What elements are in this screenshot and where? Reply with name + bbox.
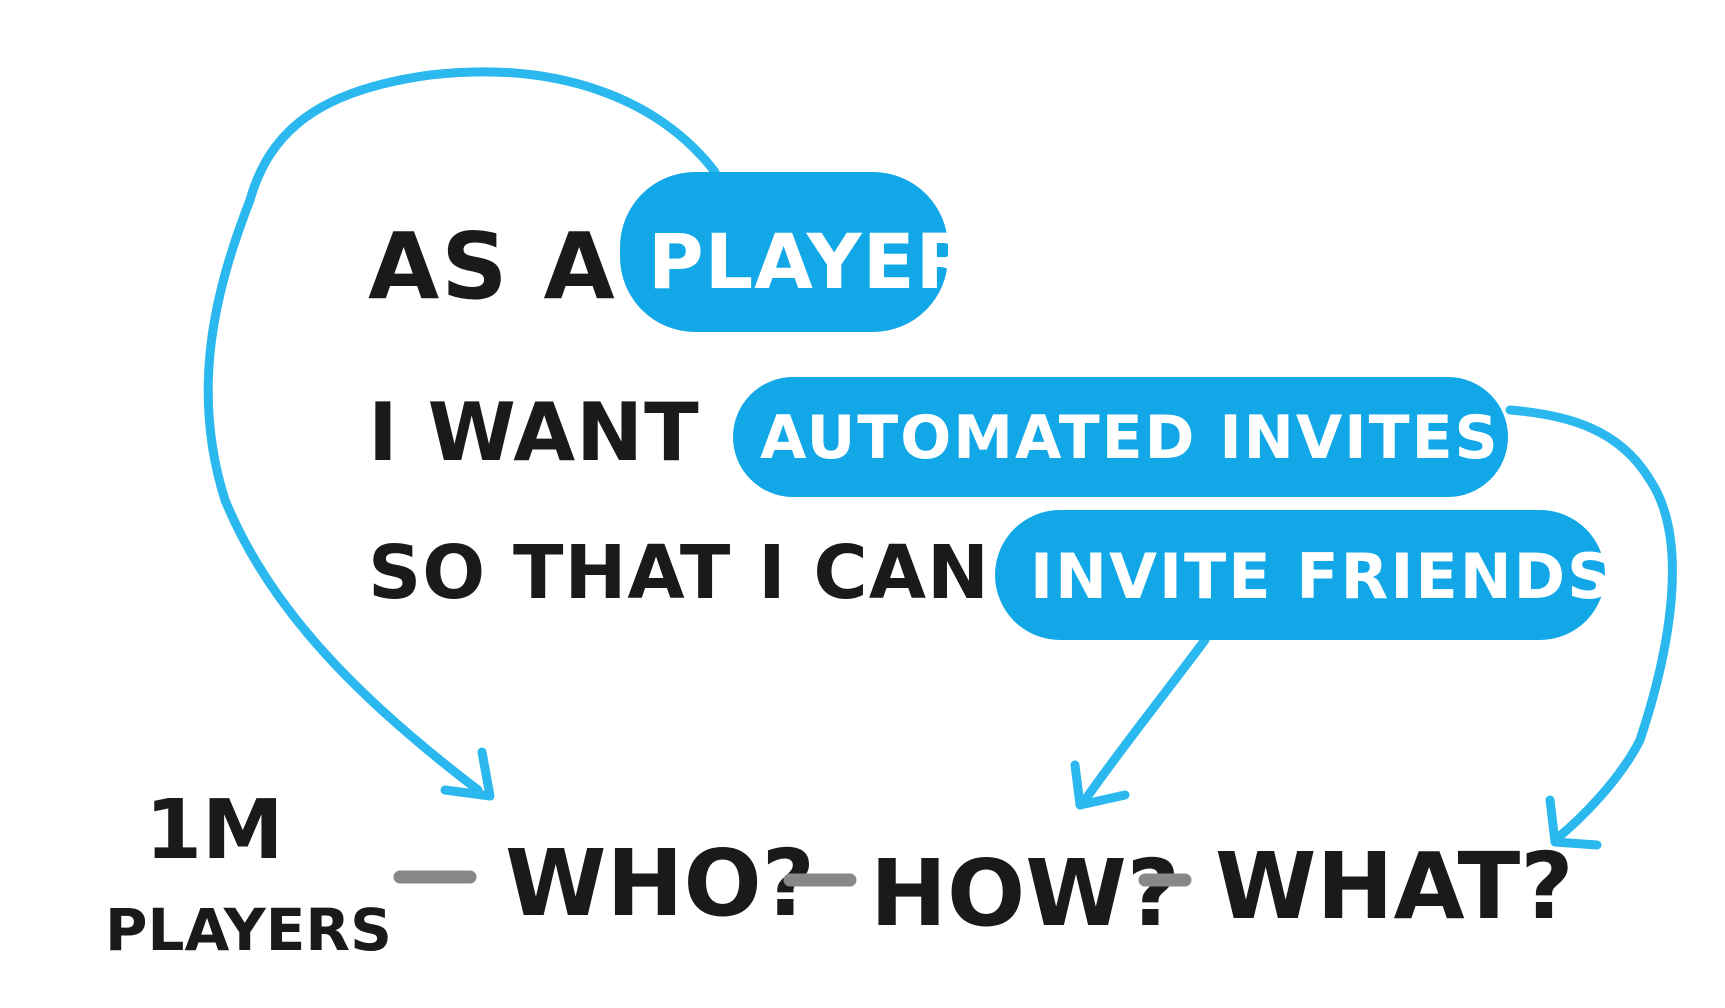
what-text: What?	[1215, 833, 1574, 940]
arrow-friends-to-how	[1080, 635, 1210, 805]
role-prefix-text: As a	[368, 213, 617, 320]
want-text: automated invites	[760, 403, 1500, 473]
user-story-diagram: As a player I want automated invites So …	[105, 67, 1677, 964]
how-text: How?	[870, 840, 1180, 947]
role-text: player	[648, 217, 975, 306]
want-prefix-text: I want	[368, 386, 700, 479]
goal-prefix-text: So that I can	[368, 530, 990, 616]
metric-top-text: 1M	[145, 783, 284, 878]
who-text: Who?	[505, 830, 815, 937]
metric-bottom-text: players	[105, 896, 392, 964]
goal-text: invite friends	[1030, 540, 1614, 613]
